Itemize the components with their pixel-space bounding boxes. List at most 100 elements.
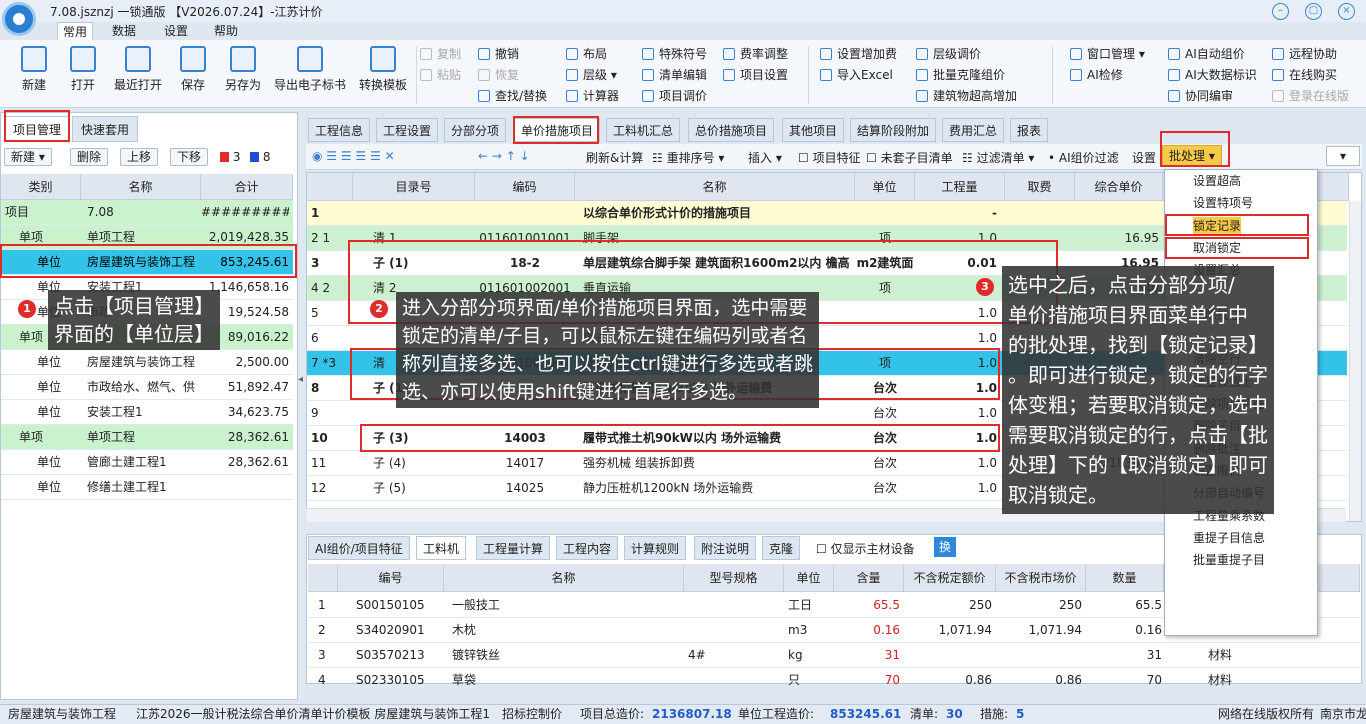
blue-flag-icon[interactable]: 8 [250,150,270,164]
copy-button[interactable]: 复制 [420,45,461,63]
layout-button[interactable]: 布局 [566,45,607,63]
red-flag-icon[interactable]: 3 [220,150,240,164]
insert-button[interactable]: 插入 ▾ [748,149,782,166]
save-button[interactable]: 保存 [167,46,219,93]
redo-button[interactable]: 恢复 [478,66,519,84]
splitter-handle[interactable]: ◂ [298,350,306,410]
col-header-unit[interactable]: 单位 [855,173,915,201]
refresh-calc-button[interactable]: 刷新&计算 [586,149,643,166]
tab-project-setup[interactable]: 工程设置 [376,118,439,142]
batch-menu-item[interactable]: 设置超高 [1193,172,1241,189]
row-code[interactable]: 14017 [475,451,575,476]
new-button[interactable]: 新建 [8,46,60,93]
col-header-total[interactable]: 合计 [201,174,293,200]
online-buy-button[interactable]: 在线购买 [1272,66,1337,84]
bcol-header-base-price[interactable]: 不含税定额价 [904,564,996,592]
mat-market-price[interactable]: 250 [996,593,1082,618]
no-set-checkbox[interactable]: ☐ 未套子目清单 [866,149,953,166]
layer-adjust-button[interactable]: 层级调价 [916,45,981,63]
col-header-name[interactable]: 名称 [81,174,201,200]
paste-button[interactable]: 粘贴 [420,66,461,84]
open-button[interactable]: 打开 [57,46,109,93]
material-row[interactable]: 4 S02330105 草袋只 70 0.86 0.86 70 材料 [308,668,1360,693]
tab-reports[interactable]: 报表 [1010,118,1049,142]
row-qty[interactable]: 1.0 [915,451,1001,476]
menu-tab-settings[interactable]: 设置 [162,22,190,40]
tab-quick-apply[interactable]: 快速套用 [72,116,139,142]
view-icon[interactable]: ◉ ☰ ☰ ☰ ☰ ✕ [312,149,395,163]
remote-help-button[interactable]: 远程协助 [1272,45,1337,63]
tab-total-price-measures[interactable]: 总价措施项目 [688,118,775,142]
add-fee-button[interactable]: 设置增加费 [820,45,897,63]
material-row[interactable]: 3 S03570213 镀锌铁丝 4# kg 31 31 材料 [308,643,1360,668]
mat-unit[interactable]: kg [788,643,834,668]
collab-review-button[interactable]: 协同编审 [1168,87,1233,105]
menu-tab-data[interactable]: 数据 [110,22,138,40]
rate-adjust-button[interactable]: 费率调整 [723,45,788,63]
tab-clone[interactable]: 克隆 [762,536,801,560]
tab-fee-summary[interactable]: 费用汇总 [942,118,1005,142]
col-header-qty[interactable]: 工程量 [915,173,1005,201]
row-name[interactable]: 强夯机械 组装拆卸费 [583,451,855,476]
row-qty[interactable]: - [915,201,1001,226]
filter-list-button[interactable]: ☷ 过滤清单 ▾ [962,149,1034,166]
app-logo-icon[interactable] [2,2,36,36]
arrow-icons[interactable]: ← → ↑ ↓ [478,149,530,163]
tab-calc-rules[interactable]: 计算规则 [624,536,687,560]
bcol-header-code[interactable]: 编号 [338,564,444,592]
project-tree-row[interactable]: 单位 修缮土建工程1 [1,475,293,500]
batch-clone-button[interactable]: 批量克隆组价 [916,66,1005,84]
row-code[interactable]: 14025 [475,476,575,501]
bcol-header-quantity[interactable]: 数量 [1086,564,1164,592]
project-tree-row[interactable]: 单位 房屋建筑与装饰工程 2,500.00 [1,350,293,375]
move-up-button[interactable]: 上移 [120,148,159,166]
mat-amount[interactable]: 31 [834,643,900,668]
calculator-button[interactable]: 计算器 [566,87,619,105]
mat-amount[interactable]: 0.16 [834,618,900,643]
mat-amount[interactable]: 70 [834,668,900,693]
row-qty[interactable]: 1.0 [915,476,1001,501]
mat-unit[interactable]: m3 [788,618,834,643]
ai-auto-price-button[interactable]: AI自动组价 [1168,45,1245,63]
project-settings-button[interactable]: 项目设置 [723,66,788,84]
project-tree-row[interactable]: 项目 7.08 ########### [1,200,293,225]
export-bid-button[interactable]: 导出电子标书 [272,46,348,93]
batch-menu-item[interactable]: 重提子目信息 [1193,529,1265,546]
col-header-fee[interactable]: 取费 [1005,173,1075,201]
col-header-price[interactable]: 综合单价 [1075,173,1163,201]
project-tree-row[interactable]: 单位 市政给水、燃气、供 51,892.47 [1,375,293,400]
special-symbol-button[interactable]: 特殊符号 [642,45,707,63]
batch-menu-item[interactable]: 批量重提子目 [1193,551,1265,568]
col-header-category[interactable]: 类别 [1,174,81,200]
tab-work-content[interactable]: 工程内容 [556,536,619,560]
delete-node-button[interactable]: 删除 [70,148,109,166]
grid-scrollbar[interactable] [1349,201,1361,521]
close-icon[interactable]: × [1338,3,1355,20]
bcol-header-amount[interactable]: 含量 [834,564,904,592]
bcol-header-unit[interactable]: 单位 [784,564,834,592]
mat-unit[interactable]: 工日 [788,593,834,618]
only-main-checkbox[interactable]: ☐ 仅显示主材设备 [816,540,915,557]
menu-tab-help[interactable]: 帮助 [212,22,240,40]
minimize-icon[interactable]: – [1272,3,1289,20]
tab-qty-calc[interactable]: 工程量计算 [476,536,551,560]
batch-menu-item[interactable]: 设置特项号 [1193,194,1253,211]
settings-button[interactable]: 设置 [1132,149,1156,166]
save-as-button[interactable]: 另存为 [217,46,269,93]
tab-materials[interactable]: 工料机 [416,536,467,560]
undo-button[interactable]: 撤销 [478,45,519,63]
col-header-name[interactable]: 名称 [575,173,855,201]
login-online-button[interactable]: 登录在线版 [1272,87,1349,105]
project-tree-row[interactable]: 单项 单项工程 28,362.61 [1,425,293,450]
building-height-button[interactable]: 建筑物超高增加 [916,87,1017,105]
menu-tab-common[interactable]: 常用 [57,22,93,40]
item-price-button[interactable]: 项目调价 [642,87,707,105]
ai-check-button[interactable]: AI检修 [1070,66,1123,84]
move-down-button[interactable]: 下移 [170,148,209,166]
list-edit-button[interactable]: 清单编辑 [642,66,707,84]
new-node-button[interactable]: 新建 ▾ [4,148,52,166]
find-replace-button[interactable]: 查找/替换 [478,87,547,105]
level-button[interactable]: 层级 ▾ [566,66,617,84]
tab-notes[interactable]: 附注说明 [694,536,757,560]
tab-project-info[interactable]: 工程信息 [308,118,371,142]
